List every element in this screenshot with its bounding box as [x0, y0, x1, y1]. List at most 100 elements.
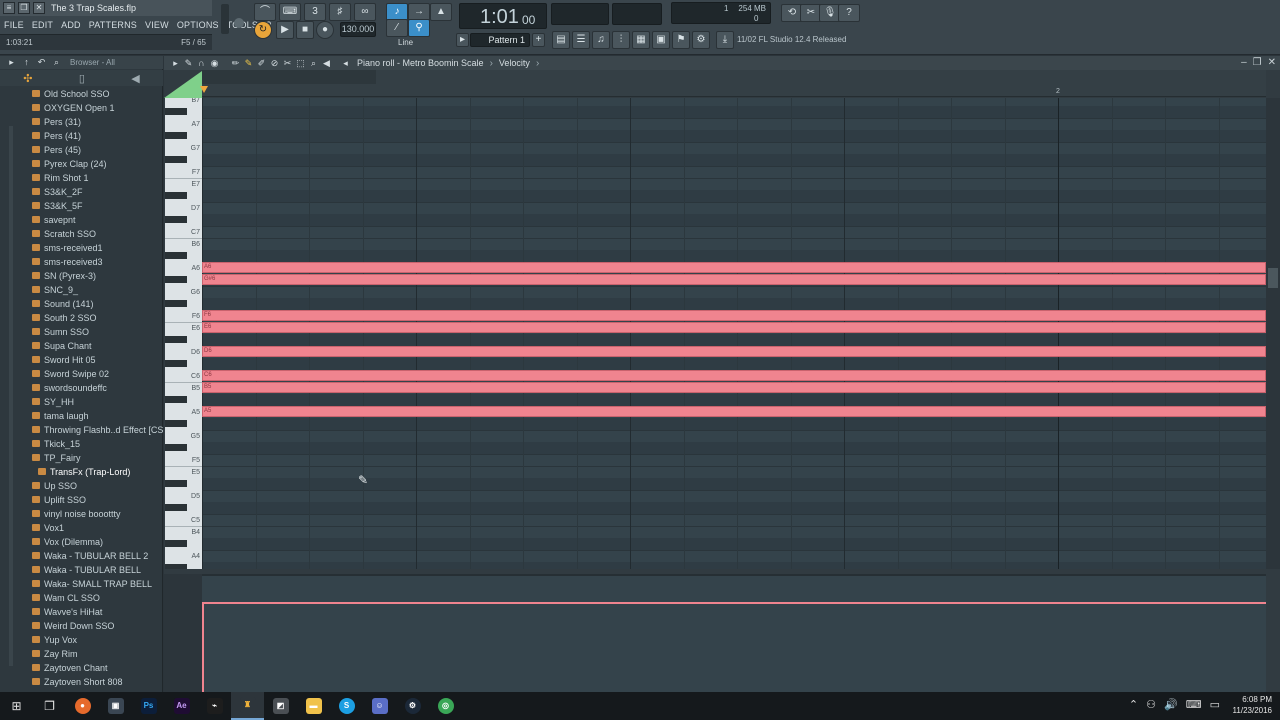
- piano-roll-target[interactable]: Velocity: [499, 58, 530, 68]
- browser-undo-icon[interactable]: ↶: [36, 57, 47, 68]
- browser-item[interactable]: Uplift SSO: [0, 493, 163, 507]
- piano-keyboard[interactable]: B7 A7 G7 F7 E7 D7 C7 B6 A6 G6 F6 E6 D6 C6 B5 A5 G5 F5 E5 D5…: [165, 98, 202, 569]
- black-key[interactable]: [165, 156, 187, 163]
- channel-rack-icon[interactable]: ☰: [572, 31, 590, 49]
- menu-patterns[interactable]: PATTERNS: [85, 20, 141, 30]
- steam-icon[interactable]: ⚙: [396, 692, 429, 720]
- browser-item[interactable]: Sword Swipe 02: [0, 367, 163, 381]
- black-key[interactable]: [165, 420, 187, 427]
- browser-item[interactable]: Sumn SSO: [0, 325, 163, 339]
- browser-item[interactable]: Wam CL SSO: [0, 591, 163, 605]
- playback-icon[interactable]: ◉: [209, 58, 220, 69]
- plugin-database-icon[interactable]: ⚑: [672, 31, 690, 49]
- chrome-icon[interactable]: ◎: [429, 692, 462, 720]
- note[interactable]: F6: [202, 310, 1266, 321]
- browser-item[interactable]: Pyrex Clap (24): [0, 157, 163, 171]
- photoshop-icon[interactable]: Ps: [132, 692, 165, 720]
- master-volume-slider[interactable]: [221, 4, 229, 34]
- metronome-bell-icon[interactable]: ▲: [430, 3, 452, 21]
- link-icon[interactable]: ⚲: [408, 19, 430, 37]
- browser-item[interactable]: SNC_9_: [0, 283, 163, 297]
- loop-record-icon[interactable]: ↻: [254, 21, 272, 39]
- black-key[interactable]: [165, 504, 187, 511]
- snap-selector[interactable]: Line: [398, 38, 413, 47]
- piano-roll-icon[interactable]: ♫: [592, 31, 610, 49]
- black-key[interactable]: [165, 480, 187, 487]
- browser-item[interactable]: Supa Chant: [0, 339, 163, 353]
- browser-item[interactable]: Pers (41): [0, 129, 163, 143]
- browser-item[interactable]: South 2 SSO: [0, 311, 163, 325]
- slice-tool-icon[interactable]: ✂: [282, 58, 293, 69]
- browser-item[interactable]: SY_HH: [0, 395, 163, 409]
- snap-icon[interactable]: ⁄: [386, 19, 408, 37]
- network-icon[interactable]: ⚇: [1146, 698, 1156, 711]
- browser-item[interactable]: Pers (45): [0, 143, 163, 157]
- browser-item[interactable]: TP_Fairy: [0, 451, 163, 465]
- note[interactable]: A5: [202, 406, 1266, 417]
- select-tool-icon[interactable]: ⬚: [295, 58, 306, 69]
- step-edit-icon[interactable]: ♯: [329, 3, 351, 21]
- browser-item[interactable]: Zaytoven Short 808: [0, 675, 163, 689]
- black-key[interactable]: [165, 300, 187, 307]
- menu-icon[interactable]: ≡: [3, 2, 15, 14]
- browser-toggle-icon[interactable]: ▦: [632, 31, 650, 49]
- firefox-icon[interactable]: ●: [66, 692, 99, 720]
- browser-item[interactable]: Waka - TUBULAR BELL 2: [0, 549, 163, 563]
- magnet-icon[interactable]: ∩: [196, 58, 207, 69]
- taskbar-clock[interactable]: 6:08 PM 11/23/2016: [1233, 694, 1272, 716]
- note[interactable]: A6: [202, 262, 1266, 273]
- countdown-icon[interactable]: 3: [304, 3, 326, 21]
- wrench-icon[interactable]: ✎: [183, 58, 194, 69]
- black-key[interactable]: [165, 564, 187, 569]
- note[interactable]: C6: [202, 370, 1266, 381]
- browser-item[interactable]: Zaytoven Chant: [0, 661, 163, 675]
- maximize-icon[interactable]: ❐: [1253, 57, 1262, 68]
- browser-item[interactable]: Scratch SSO: [0, 227, 163, 241]
- file-explorer-icon[interactable]: ▬: [297, 692, 330, 720]
- browser-item[interactable]: Vox (Dilemma): [0, 535, 163, 549]
- playback-tool-icon[interactable]: ◀: [321, 58, 332, 69]
- browser-item[interactable]: swordsoundeffc: [0, 381, 163, 395]
- download-icon[interactable]: ⤓: [716, 31, 734, 49]
- playhead-marker[interactable]: [200, 86, 208, 93]
- black-key[interactable]: [165, 108, 187, 115]
- browser-item[interactable]: Waka - TUBULAR BELL: [0, 563, 163, 577]
- browser-item[interactable]: Sword Hit 05: [0, 353, 163, 367]
- browser-item[interactable]: Pers (31): [0, 115, 163, 129]
- play-button[interactable]: ▶: [276, 21, 294, 39]
- browser-item[interactable]: Up SSO: [0, 479, 163, 493]
- keyboard-icon[interactable]: ⌨: [1186, 698, 1202, 711]
- browser-item[interactable]: sms-received3: [0, 255, 163, 269]
- black-key[interactable]: [165, 360, 187, 367]
- tempo-display[interactable]: 130.000: [340, 22, 376, 37]
- browser-item[interactable]: Vox1: [0, 521, 163, 535]
- restore-icon[interactable]: ❐: [18, 2, 30, 14]
- black-key[interactable]: [165, 336, 187, 343]
- skype-icon[interactable]: S: [330, 692, 363, 720]
- browser-item[interactable]: OXYGEN Open 1: [0, 101, 163, 115]
- browser-item[interactable]: TransFx (Trap-Lord): [0, 465, 163, 479]
- browser-item[interactable]: Tkick_15: [0, 437, 163, 451]
- tray-chevron-icon[interactable]: ⌃: [1129, 698, 1138, 711]
- photo-app-icon[interactable]: ▣: [99, 692, 132, 720]
- delete-tool-icon[interactable]: ✐: [256, 58, 267, 69]
- browser-item[interactable]: Throwing Flashb..d Effect [CS-GO]: [0, 423, 163, 437]
- velocity-lane[interactable]: [202, 574, 1266, 694]
- black-key[interactable]: [165, 540, 187, 547]
- browser-item[interactable]: Old School SSO: [0, 87, 163, 101]
- browser-item[interactable]: savepnt: [0, 213, 163, 227]
- fl-studio-icon[interactable]: ♜: [231, 692, 264, 720]
- browser-file-icon[interactable]: ▯: [79, 72, 85, 85]
- cmd-icon[interactable]: ⌁: [198, 692, 231, 720]
- pattern-selector[interactable]: Pattern 1: [470, 33, 530, 47]
- browser-item[interactable]: Zay Rim: [0, 647, 163, 661]
- grid-vertical-scrollbar[interactable]: [1266, 98, 1280, 569]
- note[interactable]: D6: [202, 346, 1266, 357]
- browser-search-icon[interactable]: ⌕: [51, 57, 62, 68]
- note[interactable]: E6: [202, 322, 1266, 333]
- discord-icon[interactable]: ☺: [363, 692, 396, 720]
- browser-item[interactable]: Weird Down SSO: [0, 619, 163, 633]
- menu-view[interactable]: VIEW: [141, 20, 173, 30]
- note[interactable]: G#6: [202, 274, 1266, 285]
- black-key[interactable]: [165, 132, 187, 139]
